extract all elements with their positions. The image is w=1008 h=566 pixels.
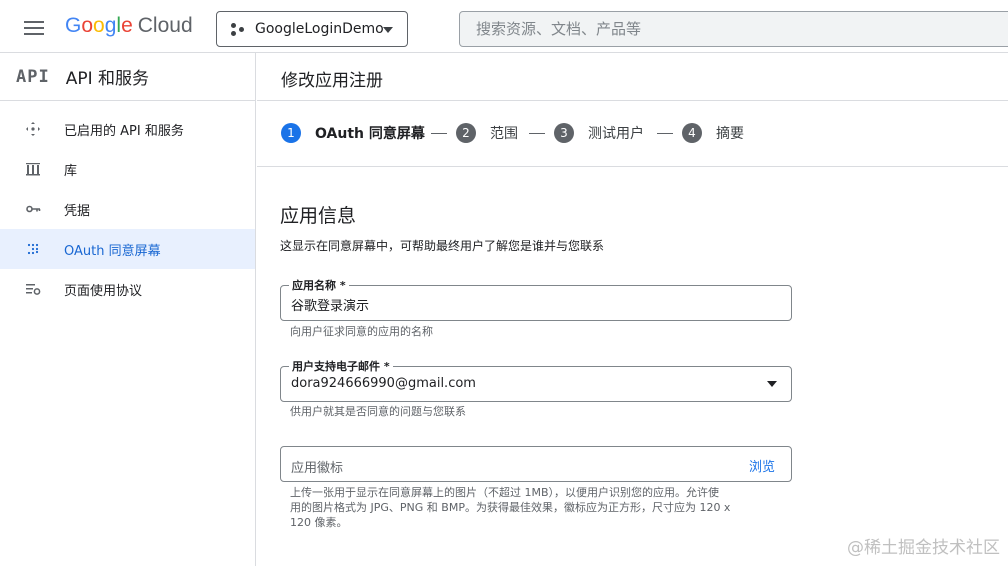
sidebar-title: API 和服务 [65,69,150,89]
sidebar-header: API API 和服务 [0,53,255,101]
step-divider [657,133,673,134]
support-email-hint: 供用户就其是否同意的问题与您联系 [290,405,466,418]
section-description: 这显示在同意屏幕中，可帮助最终用户了解您是谁并与您联系 [280,239,605,253]
step-number: 3 [554,123,574,143]
sidebar-item-credentials[interactable]: 凭据 [0,189,255,229]
project-selector[interactable]: GoogleLoginDemo [216,11,408,47]
logo-letter: o [93,14,105,37]
section-title: 应用信息 [280,205,357,227]
step-test-users[interactable]: 3 测试用户 [554,123,644,143]
sidebar-item-page-usage[interactable]: 页面使用协议 [0,269,255,309]
search-input[interactable] [460,12,1008,46]
diamond-arrows-icon [24,120,42,138]
step-divider [431,133,447,134]
page-title: 修改应用注册 [281,71,383,91]
step-summary[interactable]: 4 摘要 [682,123,744,143]
logo-letter: g [104,14,117,37]
sidebar: API API 和服务 已启用的 API 和服务 库 凭据 OAuth 同意屏幕… [0,53,256,566]
hint-line: 上传一张用于显示在同意屏幕上的图片（不超过 1MB），以便用户识别您的应用。允许… [290,486,720,499]
project-dots-icon [231,22,245,36]
field-label: 用户支持电子邮件 * [289,358,393,374]
step-number: 4 [682,123,702,143]
menu-icon[interactable] [24,21,44,35]
step-label: 范围 [490,126,518,142]
support-email-select[interactable]: 用户支持电子邮件 * dora924666990@gmail.com [280,358,792,402]
logo-suffix: Cloud [137,14,193,37]
stepper: 1 OAuth 同意屏幕 2 范围 3 测试用户 4 摘要 [257,101,1008,167]
logo-letter: G [65,14,82,37]
step-scopes[interactable]: 2 范围 [456,123,518,143]
sidebar-item-label: 库 [64,163,78,179]
step-label: 测试用户 [588,126,644,142]
step-number: 1 [281,123,301,143]
app-name-field[interactable]: 应用名称 * 谷歌登录演示 [280,277,792,321]
dropdown-arrow-icon [767,381,777,387]
chevron-down-icon [383,27,393,33]
app-logo-field[interactable]: 应用徽标 浏览 [280,446,792,482]
app-name-hint: 向用户征求同意的应用的名称 [290,325,433,338]
project-name: GoogleLoginDemo [255,21,384,37]
sidebar-item-oauth-consent[interactable]: OAuth 同意屏幕 [0,229,255,269]
search-bar[interactable] [459,11,1008,47]
field-value: dora924666990@gmail.com [291,376,476,391]
hint-line: 用的图片格式为 JPG、PNG 和 BMP。为获得最佳效果，徽标应为正方形，尺寸… [290,501,731,514]
field-placeholder: 应用徽标 [291,461,344,476]
field-value: 谷歌登录演示 [291,299,370,314]
field-label: 应用名称 * [289,277,349,293]
main-header: 修改应用注册 [257,53,1008,101]
sidebar-item-label: 页面使用协议 [64,283,143,299]
sidebar-item-label: 已启用的 API 和服务 [64,123,184,139]
sidebar-item-label: OAuth 同意屏幕 [64,243,161,259]
app-logo-hint: 上传一张用于显示在同意屏幕上的图片（不超过 1MB），以便用户识别您的应用。允许… [290,485,730,530]
browse-button[interactable]: 浏览 [749,456,775,475]
step-label: 摘要 [716,126,744,142]
sidebar-item-library[interactable]: 库 [0,149,255,189]
google-cloud-logo[interactable]: Google Cloud [65,14,193,38]
hint-line: 120 像素。 [290,516,348,529]
sidebar-item-label: 凭据 [64,203,91,219]
logo-letter: e [121,14,133,37]
step-oauth-consent[interactable]: 1 OAuth 同意屏幕 [281,123,425,143]
top-bar: Google Cloud GoogleLoginDemo [0,0,1008,53]
sidebar-item-enabled-apis[interactable]: 已启用的 API 和服务 [0,109,255,149]
logo-letter: o [81,14,94,37]
step-divider [529,133,545,134]
dots-grid-icon [24,240,42,258]
watermark: @稀土掘金技术社区 [847,538,1000,558]
api-logo-icon: API [16,66,50,87]
step-number: 2 [456,123,476,143]
key-icon [24,200,42,218]
settings-list-icon [24,280,42,298]
library-icon [24,160,42,178]
step-label: OAuth 同意屏幕 [315,126,425,142]
